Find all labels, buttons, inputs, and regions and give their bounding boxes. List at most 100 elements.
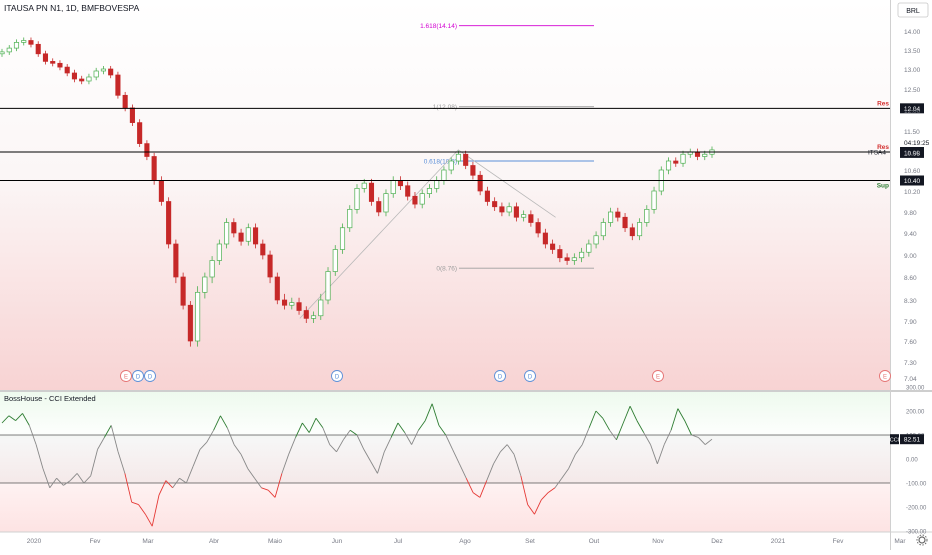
event-marker-label: D xyxy=(148,375,153,381)
candle-down xyxy=(71,72,77,80)
fib-level-label: 1.618(14.14) xyxy=(420,23,457,30)
price-tick-label: 11.50 xyxy=(904,129,920,136)
candle-down xyxy=(550,243,556,250)
fib-level-label: 0(8.76) xyxy=(436,266,457,273)
price-tick-label: 11.00 xyxy=(904,150,920,157)
chart-title: ITAUSA PN N1, 1D, BMFBOVESPA xyxy=(4,3,140,13)
currency-label: BRL xyxy=(906,8,920,15)
price-tick-label: 9.80 xyxy=(904,210,917,217)
candle-down xyxy=(564,257,570,261)
candle-down xyxy=(115,74,121,96)
candle-down xyxy=(187,304,193,342)
candle-up xyxy=(289,302,295,306)
price-tick-label: 9.00 xyxy=(904,253,917,260)
cci-tick-label: 300.00 xyxy=(906,386,925,392)
candle-down xyxy=(412,195,418,205)
candle-down xyxy=(166,201,172,245)
candle-down xyxy=(622,216,628,229)
price-tick-label: 13.50 xyxy=(904,48,921,55)
candle-up xyxy=(455,153,461,162)
price-tick-label: 14.00 xyxy=(904,29,921,36)
countdown-label: 04:19:25 xyxy=(904,140,930,147)
candle-down xyxy=(463,153,469,166)
price-tick-label: 9.40 xyxy=(904,231,917,238)
candle-down xyxy=(260,243,266,256)
candle-down xyxy=(477,174,483,192)
candle-up xyxy=(202,276,208,293)
chart-canvas[interactable]: 1.618(14.14)1(12.08)0.618(10.8)0(8.76) R… xyxy=(0,0,932,550)
candle-down xyxy=(615,211,621,218)
time-tick-label: Mar xyxy=(894,538,906,545)
candle-down xyxy=(296,302,302,311)
candle-down xyxy=(673,160,679,164)
price-tick-label: 7.04 xyxy=(904,376,917,383)
cci-band-fill xyxy=(0,435,890,483)
time-tick-label: Maio xyxy=(268,538,282,545)
time-tick-label: Mar xyxy=(142,538,154,545)
time-tick-label: Dez xyxy=(711,538,723,545)
time-tick-label: 2020 xyxy=(27,538,42,545)
price-tick-label: 7.60 xyxy=(904,339,917,346)
candle-up xyxy=(209,260,215,278)
candle-down xyxy=(492,201,498,208)
candle-up xyxy=(441,169,447,181)
candle-up xyxy=(195,291,201,342)
candle-up xyxy=(6,47,12,53)
candle-down xyxy=(144,143,150,157)
candle-up xyxy=(100,68,106,72)
time-tick-label: Fev xyxy=(833,538,845,545)
candle-up xyxy=(361,182,367,189)
time-tick-label: Out xyxy=(589,538,600,545)
candle-down xyxy=(499,206,505,213)
event-marker-label: E xyxy=(124,375,128,381)
candle-up xyxy=(637,222,643,237)
candle-up xyxy=(521,214,527,218)
time-tick-label: Jul xyxy=(394,538,403,545)
candle-up xyxy=(665,160,672,171)
time-tick-label: Jun xyxy=(332,538,343,545)
price-tick-label: 10.20 xyxy=(904,189,921,196)
candle-down xyxy=(238,232,244,242)
candle-down xyxy=(151,156,157,181)
candle-up xyxy=(21,40,27,43)
candle-down xyxy=(397,180,404,187)
candle-up xyxy=(448,160,454,171)
time-tick-label: Abr xyxy=(209,538,220,545)
event-marker-label: D xyxy=(498,375,503,381)
candle-down xyxy=(64,66,70,74)
candle-up xyxy=(325,271,331,301)
candle-up xyxy=(680,153,686,164)
candle-down xyxy=(57,62,63,68)
price-tick-label: 7.30 xyxy=(904,360,917,367)
candle-down xyxy=(542,232,548,245)
price-tick-label: 7.90 xyxy=(904,319,917,326)
candle-up xyxy=(702,153,708,157)
price-tick-label: 8.30 xyxy=(904,298,917,305)
candle-down xyxy=(513,206,519,218)
cci-tick-label: -200.00 xyxy=(906,506,927,512)
candle-down xyxy=(282,299,288,306)
candle-up xyxy=(310,315,317,319)
candle-down xyxy=(173,243,179,278)
candle-up xyxy=(651,190,657,210)
candle-down xyxy=(122,94,128,109)
candle-up xyxy=(347,209,353,229)
candle-up xyxy=(318,299,324,317)
candle-up xyxy=(571,257,577,261)
candle-down xyxy=(28,40,34,45)
candle-down xyxy=(274,276,280,301)
fib-level-label: 1(12.08) xyxy=(433,104,457,111)
time-axis[interactable]: 2020 Fev Mar Abr Maio Jun Jul Ago Set Out Nov Dez 20… xyxy=(27,538,907,545)
currency-badge[interactable]: BRL xyxy=(897,2,929,18)
candle-down xyxy=(376,201,382,213)
time-tick-label: Nov xyxy=(652,538,664,545)
time-tick-label: Ago xyxy=(459,538,471,545)
tradingview-chart[interactable]: 1.618(14.14) 1(12.08) 0.618(10.8) 0(8.76) R… xyxy=(0,0,932,550)
sr-level-label: Res xyxy=(877,100,889,107)
price-tick-label: 13.00 xyxy=(904,67,921,74)
candle-up xyxy=(506,206,512,213)
price-tick-label: 8.60 xyxy=(904,275,917,282)
candle-up xyxy=(0,51,5,55)
candle-up xyxy=(593,235,599,245)
candle-up xyxy=(224,222,230,245)
